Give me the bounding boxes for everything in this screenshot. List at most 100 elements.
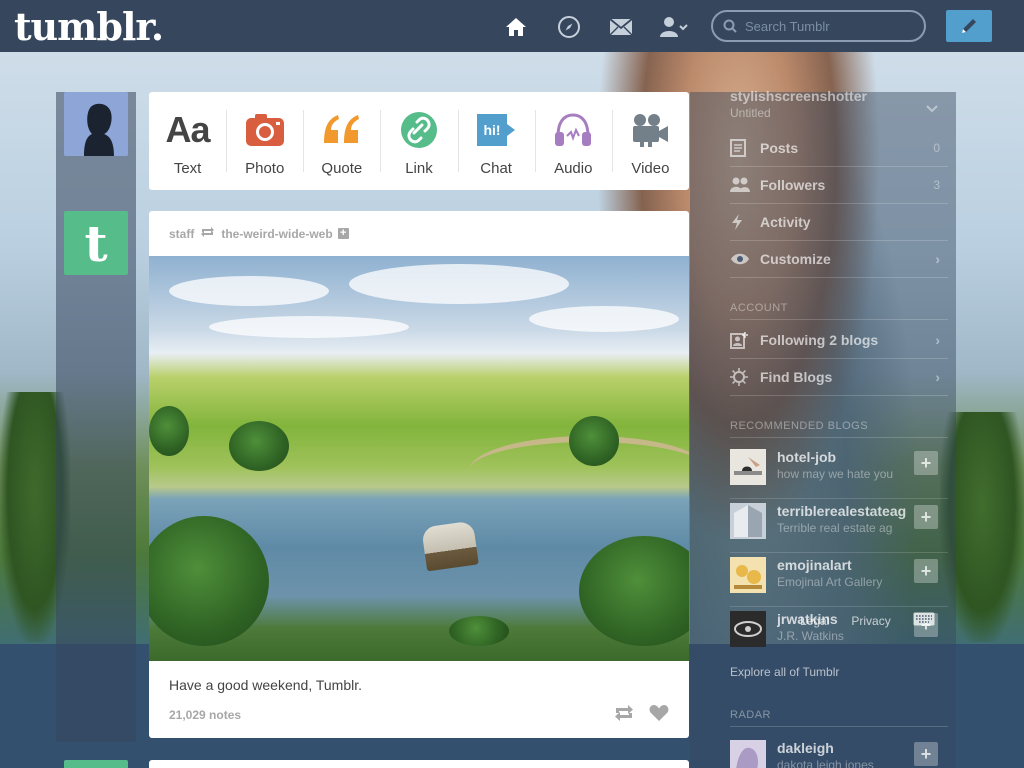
post-type-text[interactable]: Aa Text [149, 92, 226, 190]
next-post-avatar[interactable] [64, 760, 128, 768]
post-caption: Have a good weekend, Tumblr. [169, 677, 363, 693]
follow-button[interactable]: + [914, 505, 938, 529]
quote-icon [320, 110, 364, 150]
dashboard-post: staff the-weird-wide-web + Have a good w… [149, 211, 689, 738]
like-button[interactable] [649, 704, 669, 727]
legal-link[interactable]: Legal [800, 614, 829, 628]
sidebar-heading-account: ACCOUNT [730, 302, 948, 320]
post-type-video[interactable]: Video [611, 92, 689, 190]
sidebar-item-label: Customize [760, 251, 831, 267]
post-header: staff the-weird-wide-web + [149, 211, 689, 256]
post-type-composer: Aa Text Photo Quote Link hi! Chat Audio [149, 92, 689, 190]
blog-name: terriblerealestateag [777, 503, 907, 519]
blog-avatar[interactable] [730, 449, 766, 485]
post-type-label: Quote [321, 160, 363, 177]
search-icon [723, 19, 737, 33]
post-type-audio[interactable]: Audio [534, 92, 612, 190]
blog-description: J.R. Watkins [777, 629, 844, 643]
chevron-down-icon[interactable] [926, 100, 938, 118]
sidebar-item-count: 0 [933, 141, 940, 155]
search-input[interactable] [745, 18, 915, 34]
blog-description: dakota leigh jones [777, 758, 874, 768]
chevron-right-icon: › [935, 332, 940, 348]
post-photo[interactable] [149, 256, 689, 661]
tumblr-logo[interactable]: tumblr. [14, 4, 164, 49]
sidebar-heading-recommended: RECOMMENDED BLOGS [730, 420, 948, 438]
sidebar-item-posts[interactable]: Posts 0 [730, 130, 948, 167]
sidebar-blog-title: Untitled [730, 106, 771, 120]
heart-icon [649, 704, 669, 721]
recommended-blog-item[interactable]: hotel-job how may we hate you + [730, 445, 948, 499]
account-user-icon[interactable] [660, 13, 688, 41]
compose-post-button[interactable] [946, 10, 992, 42]
post-type-label: Text [173, 160, 202, 177]
video-camera-icon [630, 110, 670, 150]
next-post-card[interactable] [149, 760, 689, 768]
sidebar-item-customize[interactable]: Customize › [730, 241, 948, 278]
pencil-icon [962, 19, 976, 33]
eye-icon [730, 252, 760, 266]
reblog-icon [615, 704, 633, 721]
blog-name: dakleigh [777, 740, 834, 756]
blog-avatar[interactable] [730, 503, 766, 539]
sidebar-item-count: 3 [933, 178, 940, 192]
sidebar-item-following[interactable]: Following 2 blogs › [730, 322, 948, 359]
camera-icon [245, 110, 285, 150]
chevron-right-icon: › [935, 369, 940, 385]
follow-button[interactable]: + [914, 742, 938, 766]
blog-avatar[interactable] [730, 611, 766, 647]
post-type-label: Video [631, 160, 670, 177]
sidebar-item-activity[interactable]: Activity [730, 204, 948, 241]
following-icon [730, 331, 760, 349]
search-bar[interactable] [711, 10, 926, 42]
text-icon: Aa [165, 109, 211, 150]
svg-text:hi!: hi! [484, 122, 501, 138]
post-type-label: Photo [245, 160, 285, 177]
user-avatar[interactable] [64, 92, 128, 156]
find-blogs-icon [730, 368, 760, 386]
privacy-link[interactable]: Privacy [851, 614, 890, 628]
explore-compass-icon[interactable] [555, 13, 583, 41]
blog-description: how may we hate you [777, 467, 894, 481]
inbox-mail-icon[interactable] [607, 13, 635, 41]
reblog-icon [200, 226, 215, 241]
recommended-blog-item[interactable]: emojinalart Emojinal Art Gallery + [730, 553, 948, 607]
radar-blog-item[interactable]: dakleigh dakota leigh jones + [730, 736, 948, 768]
sidebar-item-label: Find Blogs [760, 369, 833, 385]
post-type-chat[interactable]: hi! Chat [457, 92, 535, 190]
post-author-link[interactable]: staff [169, 227, 194, 241]
follow-plus-icon[interactable]: + [337, 228, 349, 239]
follow-button[interactable]: + [914, 559, 938, 583]
top-navigation-bar: tumblr. [0, 0, 1024, 52]
post-type-quote[interactable]: Quote [303, 92, 380, 190]
post-actions [613, 704, 669, 727]
followers-icon [730, 177, 760, 193]
post-type-link[interactable]: Link [380, 92, 457, 190]
activity-bolt-icon [730, 213, 760, 231]
post-type-label: Link [405, 160, 433, 177]
sidebar-item-find-blogs[interactable]: Find Blogs › [730, 359, 948, 396]
recommended-blog-item[interactable]: terriblerealestateag Terrible real estat… [730, 499, 948, 553]
wagon-boat [421, 520, 479, 572]
post-notes-count[interactable]: 21,029 notes [169, 708, 241, 722]
blog-description: Emojinal Art Gallery [777, 575, 883, 589]
follow-button[interactable]: + [914, 451, 938, 475]
sidebar-item-label: Activity [760, 214, 811, 230]
blog-avatar[interactable] [730, 740, 766, 768]
reblog-button[interactable] [613, 704, 635, 727]
sidebar-blog-name[interactable]: stylishscreenshotter [730, 88, 948, 104]
keyboard-shortcuts-icon[interactable] [913, 612, 935, 629]
sidebar-heading-radar: RADAR [730, 709, 948, 727]
home-icon[interactable] [502, 13, 530, 41]
left-avatar-rail [56, 92, 136, 742]
headphones-icon [553, 110, 593, 150]
staff-avatar[interactable]: t [64, 211, 128, 275]
blog-avatar[interactable] [730, 557, 766, 593]
sidebar-item-followers[interactable]: Followers 3 [730, 167, 948, 204]
post-type-label: Chat [480, 160, 512, 177]
post-footer: 21,029 notes [169, 704, 669, 727]
sidebar-item-label: Followers [760, 177, 826, 193]
explore-tumblr-link[interactable]: Explore all of Tumblr [730, 665, 839, 679]
reblogged-from-link[interactable]: the-weird-wide-web [221, 227, 332, 241]
post-type-photo[interactable]: Photo [226, 92, 303, 190]
